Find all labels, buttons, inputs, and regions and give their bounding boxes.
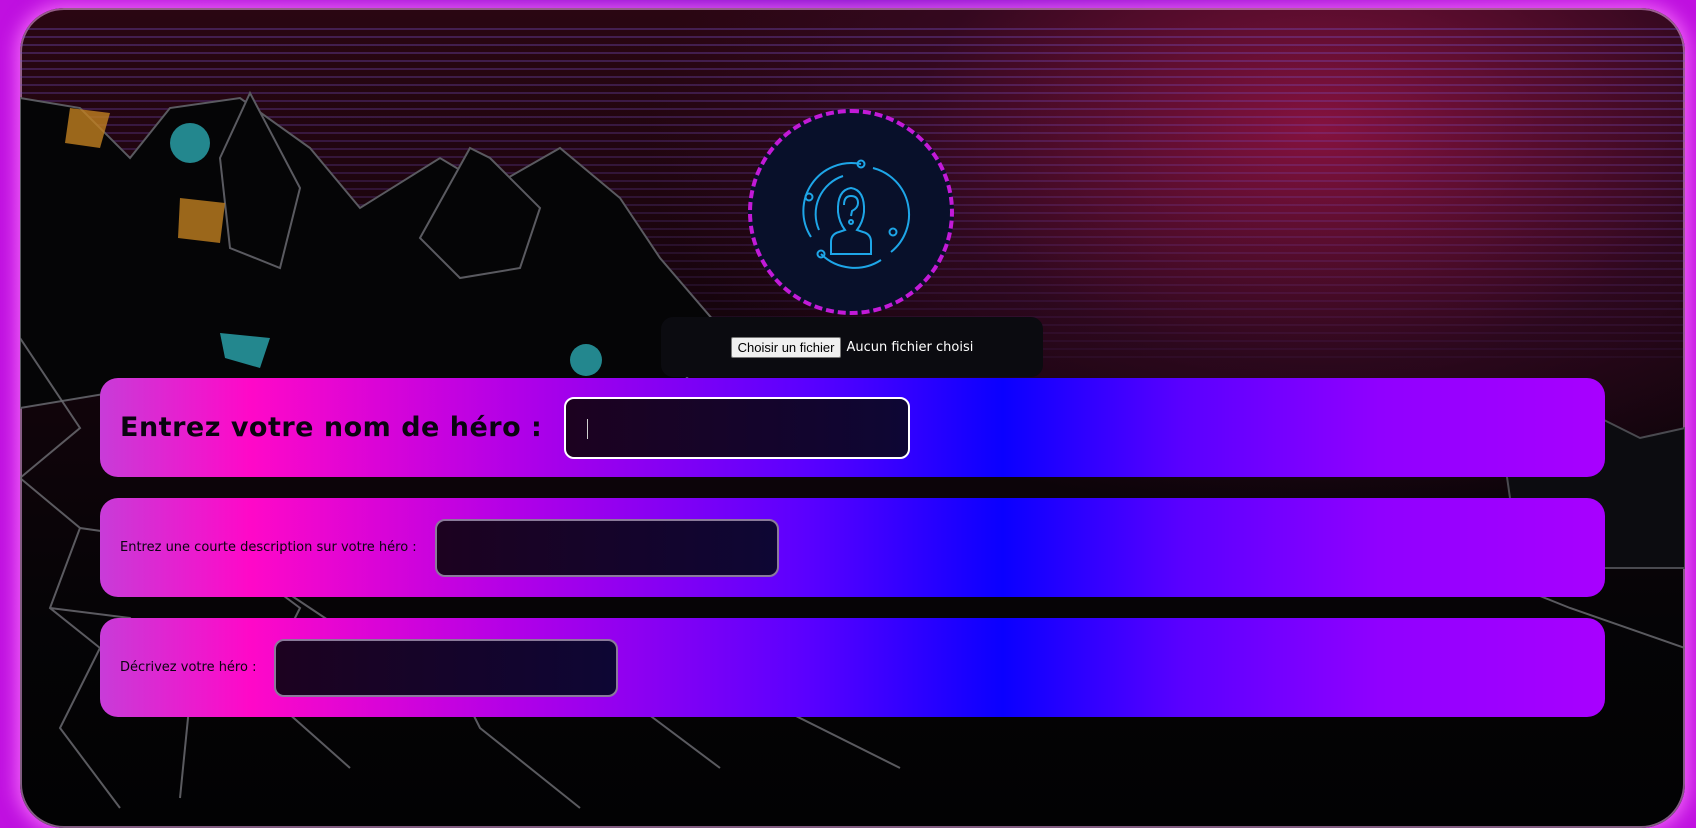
short-description-label: Entrez une courte description sur votre …: [120, 540, 417, 555]
text-caret: [587, 418, 589, 439]
short-description-input[interactable]: [434, 518, 779, 577]
file-upload-panel: Choisir un fichier Aucun fichier choisi: [661, 317, 1043, 377]
short-description-row: Entrez une courte description sur votre …: [100, 498, 1605, 597]
file-status-text: Aucun fichier choisi: [846, 339, 974, 355]
describe-hero-input[interactable]: [274, 638, 619, 697]
describe-hero-row: Décrivez votre héro :: [100, 618, 1605, 717]
choose-file-button[interactable]: Choisir un fichier: [730, 336, 842, 358]
avatar-placeholder[interactable]: [748, 109, 954, 315]
describe-hero-label: Décrivez votre héro :: [120, 660, 257, 675]
unknown-hero-question-icon: [802, 159, 911, 269]
hero-name-label: Entrez votre nom de héro :: [120, 412, 543, 443]
hero-name-row: Entrez votre nom de héro :: [100, 378, 1605, 477]
hero-name-input[interactable]: [564, 396, 911, 459]
